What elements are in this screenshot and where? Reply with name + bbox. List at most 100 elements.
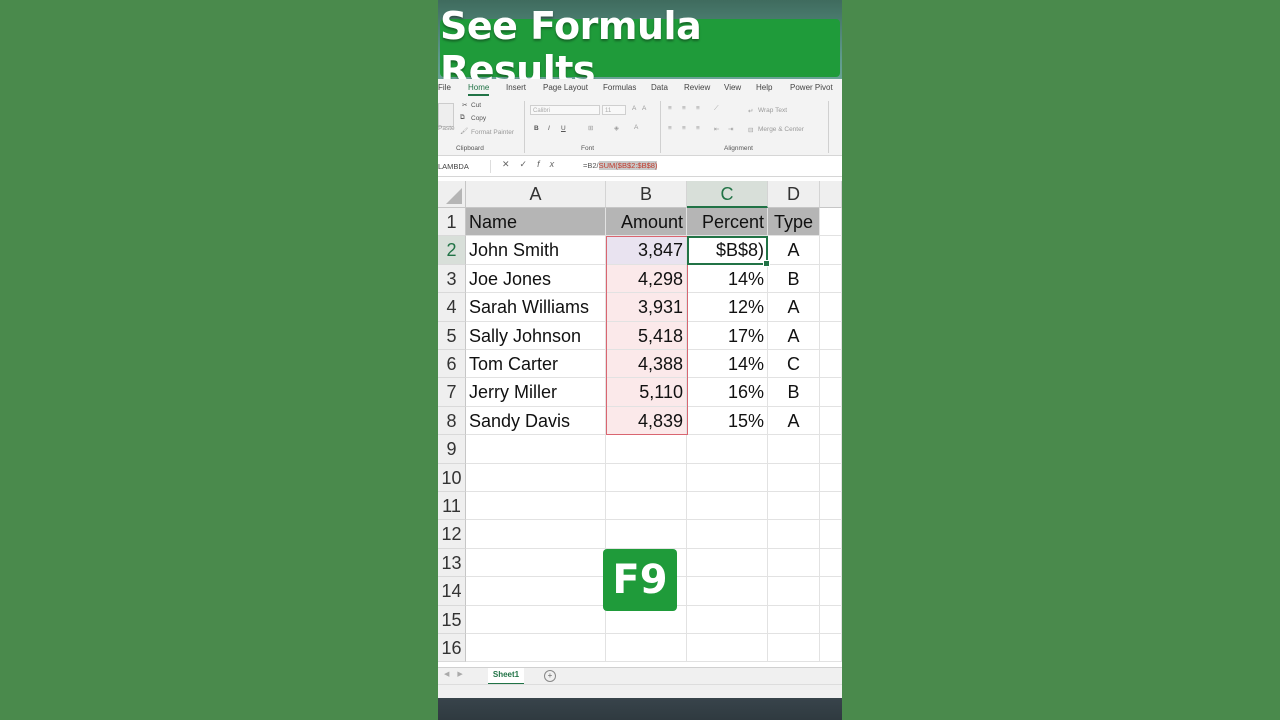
font-name-select[interactable]: Calibri (530, 105, 600, 115)
cell-type[interactable]: A (768, 321, 820, 350)
empty-cell[interactable] (768, 548, 820, 578)
header-cell-percent[interactable]: Percent (687, 208, 768, 237)
font-color-icon[interactable]: A (634, 124, 638, 131)
tab-home[interactable]: Home (468, 83, 490, 96)
header-cell-name[interactable]: Name (466, 208, 606, 237)
merge-icon[interactable]: ⊟ (748, 126, 753, 134)
align-middle-icon[interactable]: ≡ (682, 105, 686, 112)
align-right-icon[interactable]: ≡ (696, 125, 700, 132)
cell-name[interactable]: John Smith (466, 236, 606, 265)
cell-name[interactable]: Jerry Miller (466, 378, 606, 407)
row-header[interactable]: 11 (438, 492, 466, 521)
empty-cell[interactable] (820, 520, 842, 549)
worksheet-grid[interactable]: A B C D 1 Name Amount Percent Type 2 John Smit… (438, 181, 842, 667)
add-sheet-icon[interactable]: + (544, 670, 556, 682)
underline-button[interactable]: U (561, 125, 566, 132)
cell-name[interactable]: Joe Jones (466, 264, 606, 294)
empty-cell[interactable] (687, 577, 768, 606)
align-top-icon[interactable]: ≡ (668, 105, 672, 112)
cell-percent[interactable]: 14% (687, 350, 768, 379)
select-all-button[interactable] (438, 181, 466, 208)
wrap-text-button[interactable]: Wrap Text (758, 107, 787, 114)
column-header-a[interactable]: A (466, 181, 606, 208)
empty-cell[interactable] (768, 577, 820, 606)
copy-button[interactable]: Copy (471, 115, 486, 122)
row-header[interactable]: 2 (438, 236, 466, 265)
row-header[interactable]: 6 (438, 350, 466, 379)
empty-cell[interactable] (687, 435, 768, 464)
empty-cell[interactable] (606, 492, 687, 521)
empty-cell[interactable] (687, 463, 768, 492)
tab-help[interactable]: Help (756, 83, 772, 92)
empty-cell[interactable] (466, 435, 606, 464)
empty-cell[interactable] (820, 548, 842, 578)
cell-amount[interactable]: 4,298 (606, 264, 687, 294)
sheet-tab-sheet1[interactable]: Sheet1 (488, 668, 524, 685)
name-box[interactable]: LAMBDA (438, 160, 491, 173)
bold-button[interactable]: B (534, 125, 539, 132)
tab-power-pivot[interactable]: Power Pivot (790, 83, 833, 92)
wrap-text-icon[interactable]: ↵ (748, 107, 753, 115)
borders-icon[interactable]: ⊞ (588, 124, 593, 132)
formula-input[interactable]: =B2/SUM($B$2:$B$8) (583, 161, 658, 170)
column-header-d[interactable]: D (768, 181, 820, 208)
row-header[interactable]: 10 (438, 463, 466, 492)
align-bottom-icon[interactable]: ≡ (696, 105, 700, 112)
empty-cell[interactable] (606, 435, 687, 464)
empty-cell[interactable] (820, 208, 842, 237)
prev-sheet-icon[interactable]: ◀ (444, 671, 457, 678)
cell-name[interactable]: Sarah Williams (466, 293, 606, 322)
column-header-c[interactable]: C (687, 181, 768, 208)
tab-page-layout[interactable]: Page Layout (543, 83, 588, 92)
format-painter-icon[interactable]: 🖌 (460, 127, 468, 135)
cell-percent[interactable]: 15% (687, 406, 768, 436)
cell-amount[interactable]: 3,847 (606, 236, 687, 265)
cancel-icon[interactable]: ✕ (502, 159, 520, 169)
empty-cell[interactable] (820, 634, 842, 663)
empty-cell[interactable] (466, 492, 606, 521)
fill-color-icon[interactable]: ◈ (614, 124, 619, 132)
empty-cell[interactable] (466, 548, 606, 578)
cell-amount[interactable]: 4,388 (606, 350, 687, 379)
row-header[interactable]: 15 (438, 605, 466, 634)
enter-icon[interactable]: ✓ (520, 159, 538, 169)
row-header[interactable]: 1 (438, 208, 466, 237)
row-header[interactable]: 3 (438, 264, 466, 294)
cell-name[interactable]: Sandy Davis (466, 406, 606, 436)
outdent-icon[interactable]: ⇥ (728, 125, 733, 133)
empty-cell[interactable] (687, 492, 768, 521)
empty-cell[interactable] (768, 492, 820, 521)
tab-view[interactable]: View (724, 83, 741, 92)
column-header-b[interactable]: B (606, 181, 687, 208)
cell-type[interactable]: B (768, 264, 820, 294)
empty-cell[interactable] (820, 350, 842, 379)
empty-cell[interactable] (768, 463, 820, 492)
empty-cell[interactable] (820, 492, 842, 521)
align-center-icon[interactable]: ≡ (682, 125, 686, 132)
row-header[interactable]: 5 (438, 321, 466, 350)
empty-cell[interactable] (466, 634, 606, 663)
cell-type[interactable]: C (768, 350, 820, 379)
empty-cell[interactable] (820, 293, 842, 322)
grow-font-icon[interactable]: A (632, 105, 636, 112)
tab-review[interactable]: Review (684, 83, 710, 92)
empty-cell[interactable] (687, 548, 768, 578)
row-header[interactable]: 8 (438, 406, 466, 436)
cell-percent[interactable]: 17% (687, 321, 768, 350)
cell-percent[interactable]: 14% (687, 264, 768, 294)
cell-type[interactable]: A (768, 236, 820, 265)
tab-insert[interactable]: Insert (506, 83, 526, 92)
empty-cell[interactable] (820, 605, 842, 634)
row-header[interactable]: 13 (438, 548, 466, 578)
font-size-select[interactable]: 11 (602, 105, 626, 115)
empty-cell[interactable] (768, 605, 820, 634)
cut-button[interactable]: Cut (471, 102, 481, 109)
empty-cell[interactable] (820, 378, 842, 407)
function-icon[interactable]: fx (537, 159, 564, 169)
cell-amount[interactable]: 4,839 (606, 406, 687, 436)
empty-cell[interactable] (466, 605, 606, 634)
row-header[interactable]: 4 (438, 293, 466, 322)
italic-button[interactable]: I (548, 125, 550, 132)
format-painter-button[interactable]: Format Painter (471, 129, 514, 136)
row-header[interactable]: 7 (438, 378, 466, 407)
